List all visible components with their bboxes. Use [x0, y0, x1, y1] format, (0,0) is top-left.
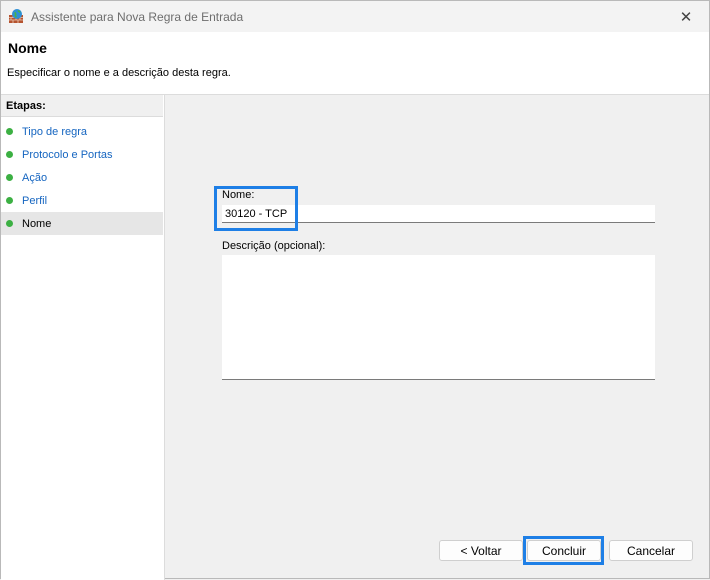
step-label: Perfil [22, 194, 48, 207]
firewall-icon [8, 8, 24, 24]
green-dot-icon [6, 128, 13, 135]
step-item-protocol-ports[interactable]: Protocolo e Portas [1, 143, 163, 166]
wizard-window: Assistente para Nova Regra de Entrada ✕ … [0, 0, 710, 580]
form-area: Nome: Descrição (opcional): < Voltar Con… [166, 95, 709, 580]
cancel-button[interactable]: Cancelar [609, 540, 693, 561]
back-button[interactable]: < Voltar [439, 540, 523, 561]
step-item-action[interactable]: Ação [1, 166, 163, 189]
page-title: Nome [8, 40, 47, 56]
step-label: Tipo de regra [22, 125, 88, 138]
green-dot-icon [6, 151, 13, 158]
green-dot-icon [6, 197, 13, 204]
name-label: Nome: [222, 189, 255, 201]
step-item-rule-type[interactable]: Tipo de regra [1, 120, 163, 143]
step-item-profile[interactable]: Perfil [1, 189, 163, 212]
description-label: Descrição (opcional): [222, 240, 326, 252]
step-label: Ação [22, 171, 48, 184]
step-label: Protocolo e Portas [22, 148, 113, 161]
step-label: Nome [22, 217, 52, 230]
green-dot-icon [6, 174, 13, 181]
finish-button[interactable]: Concluir [527, 540, 601, 561]
step-item-name[interactable]: Nome [1, 212, 163, 235]
close-icon: ✕ [679, 8, 693, 26]
steps-heading: Etapas: [1, 95, 163, 117]
title-bar[interactable]: Assistente para Nova Regra de Entrada ✕ [1, 1, 709, 32]
close-button[interactable]: ✕ [663, 1, 709, 32]
name-input[interactable] [222, 205, 655, 223]
steps-sidebar: Etapas: Tipo de regra Protocolo e Portas… [1, 95, 165, 580]
window-title: Assistente para Nova Regra de Entrada [31, 10, 244, 24]
steps-list: Tipo de regra Protocolo e Portas Ação Pe… [1, 120, 163, 235]
page-description: Especificar o nome e a descrição desta r… [7, 67, 231, 79]
green-dot-icon [6, 220, 13, 227]
page-header: Nome Especificar o nome e a descrição de… [1, 32, 709, 95]
description-textarea[interactable] [222, 255, 655, 380]
